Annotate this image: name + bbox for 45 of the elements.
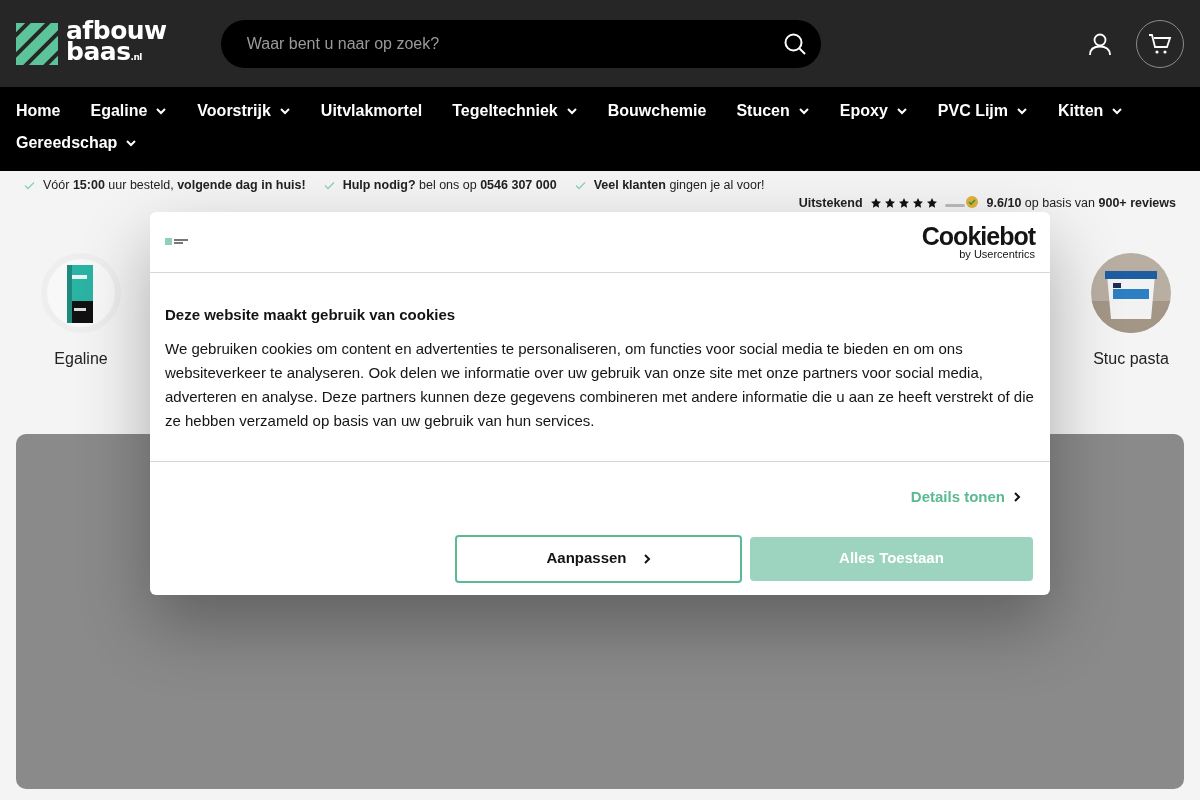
check-icon — [24, 180, 35, 190]
nav-link[interactable]: Uitvlakmortel — [320, 95, 423, 127]
usp-text: Veel klanten gingen je al voor! — [593, 177, 765, 193]
review-badge-icon — [944, 195, 979, 211]
nav-link[interactable]: Bouwchemie — [607, 95, 707, 127]
search-bar[interactable]: Waar bent u naar op zoek? — [220, 19, 821, 68]
usp-text: Hulp nodig? bel ons op 0546 307 000 — [342, 177, 557, 193]
nav-link[interactable]: Gereedschap — [16, 127, 138, 159]
logo-text: afbouw — [66, 19, 167, 41]
brand-logo: Cookiebot — [921, 224, 1035, 248]
nav-link[interactable]: Egaline — [90, 95, 168, 127]
check-icon — [323, 180, 335, 190]
account-icon[interactable] — [1088, 31, 1112, 56]
star-icon — [870, 198, 881, 208]
check-icon — [574, 180, 586, 190]
nav-link[interactable]: Home — [16, 95, 61, 127]
star-icon — [898, 198, 909, 208]
star-icon — [884, 198, 895, 208]
nav-link[interactable]: Stucen — [736, 95, 810, 127]
dialog-title: Deze website maakt gebruik van cookies — [165, 305, 457, 325]
category-label: Stuc pasta — [1093, 349, 1169, 369]
logo-icon — [16, 22, 58, 65]
nav-link[interactable]: Voorstrijk — [197, 95, 291, 127]
chevron-right-icon — [642, 552, 651, 565]
logo-text: baas.nl — [66, 40, 142, 68]
category-label: Egaline — [54, 349, 108, 369]
usp-text: Vóór 15:00 uur besteld, volgende dag in huis! — [43, 177, 306, 193]
dialog-text: We gebruiken cookies om content en advertenties te personaliseren, om functies voor social media te bieden en om ons websiteverkeer te analyseren. Ook delen we informatie over uw gebruik van onze site met onze partners voor social media, adverteren en analyse. Deze partners kunnen deze gegevens combineren met andere informatie die u aan ze heeft verstrekt of die ze hebben verzameld op basis van uw gebruik van hun services. — [165, 338, 1035, 431]
nav-link[interactable]: PVC Lijm — [937, 95, 1029, 127]
star-icon — [912, 198, 923, 208]
nav-link[interactable]: Kitten — [1058, 95, 1124, 127]
star-icon — [926, 198, 937, 208]
rating-summary: 9.6/10 op basis van 900+ reviews — [986, 195, 1176, 211]
cart-icon — [1148, 31, 1172, 56]
search-button[interactable] — [782, 31, 807, 56]
category-tile[interactable]: Stuc pasta — [1066, 253, 1196, 371]
chevron-right-icon — [1013, 491, 1021, 504]
customize-button[interactable]: Aanpassen — [455, 534, 742, 583]
rating-label: Uitstekend — [798, 195, 863, 211]
nav-link[interactable]: Tegeltechniek — [452, 95, 578, 127]
category-tile[interactable]: Egaline — [16, 253, 146, 371]
brand-tagline: by Usercentrics — [959, 248, 1035, 260]
logo-icon — [165, 238, 189, 246]
search-field[interactable]: Waar bent u naar op zoek? — [244, 30, 783, 57]
nav-link[interactable]: Epoxy — [839, 95, 908, 127]
